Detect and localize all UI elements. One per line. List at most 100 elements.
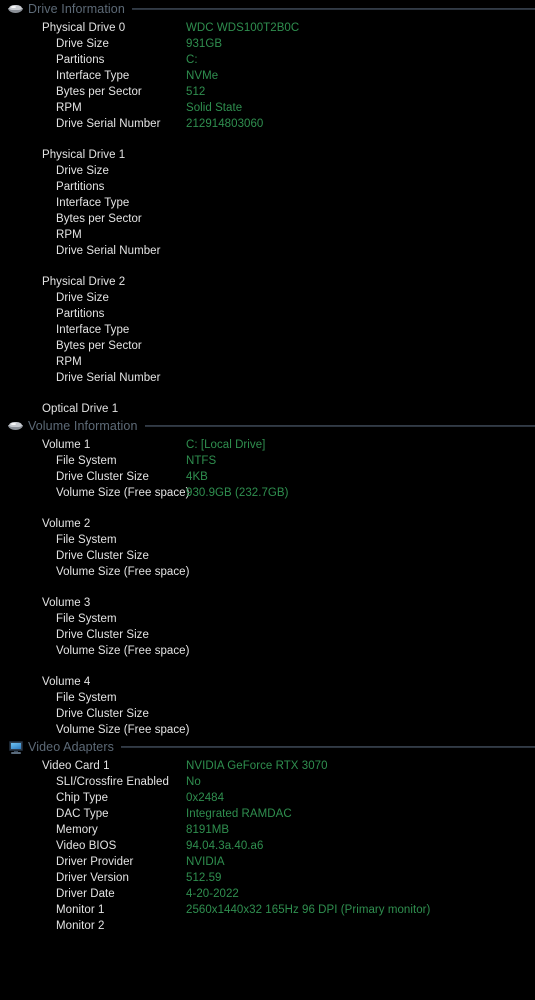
info-row[interactable]: Memory 8191MB [0, 822, 535, 838]
drive-icon [7, 2, 24, 16]
info-row[interactable]: Volume 4 [0, 674, 535, 690]
info-row-label: Drive Serial Number [56, 372, 161, 384]
info-row[interactable]: Driver Provider NVIDIA [0, 854, 535, 870]
info-row[interactable]: Volume 2 [0, 516, 535, 532]
section-rows: Video Card 1 NVIDIA GeForce RTX 3070 SLI/C… [0, 758, 535, 934]
info-row-label: Drive Cluster Size [56, 708, 149, 720]
info-row-label: Volume 4 [42, 676, 91, 688]
section-header-drive-information[interactable]: Drive Information [0, 0, 535, 18]
info-row[interactable]: File System [0, 611, 535, 627]
info-row-label: Drive Size [56, 165, 109, 177]
info-row[interactable]: Volume Size (Free space) [0, 643, 535, 659]
info-row[interactable]: Chip Type 0x2484 [0, 790, 535, 806]
info-row[interactable]: Bytes per Sector [0, 211, 535, 227]
info-row[interactable]: Bytes per Sector [0, 338, 535, 354]
info-row-label: Bytes per Sector [56, 213, 142, 225]
info-row[interactable]: Drive Cluster Size [0, 627, 535, 643]
info-row[interactable]: Monitor 1 2560x1440x32 165Hz 96 DPI (Prim… [0, 902, 535, 918]
info-row-label: Partitions [56, 181, 105, 193]
info-row[interactable]: Interface Type [0, 195, 535, 211]
info-row[interactable]: File System [0, 690, 535, 706]
info-row-value: 94.04.3a.40.a6 [186, 840, 264, 852]
section-divider [144, 425, 535, 427]
section-header-video-adapters[interactable]: Video Adapters [0, 738, 535, 756]
info-row[interactable]: Volume Size (Free space) [0, 722, 535, 738]
sections-container: Drive Information Physical Drive 0 WDC WDS… [0, 0, 535, 934]
info-row[interactable]: RPM [0, 354, 535, 370]
info-row-value: 0x2484 [186, 792, 225, 804]
info-row-value: 512.59 [186, 872, 222, 884]
info-row[interactable]: Drive Size 931GB [0, 36, 535, 52]
info-row[interactable]: Volume 1 C: [Local Drive] [0, 437, 535, 453]
info-row-label: Volume Size (Free space) [56, 487, 190, 499]
info-row[interactable]: Volume 3 [0, 595, 535, 611]
info-row-label: Monitor 1 [56, 904, 105, 916]
info-row[interactable]: Drive Cluster Size [0, 706, 535, 722]
info-row[interactable]: Partitions [0, 179, 535, 195]
info-row-label: Driver Version [56, 872, 129, 884]
info-row-label: Drive Serial Number [56, 245, 161, 257]
system-info-report: Drive Information Physical Drive 0 WDC WDS… [0, 0, 535, 1000]
info-row-value: Solid State [186, 102, 243, 114]
info-row-label: DAC Type [56, 808, 109, 820]
info-row-value: NVIDIA [186, 856, 225, 868]
info-row[interactable]: Bytes per Sector 512 [0, 84, 535, 100]
info-row[interactable]: Optical Drive 1 [0, 401, 535, 417]
info-row[interactable]: File System [0, 532, 535, 548]
info-row[interactable]: Volume Size (Free space) 930.9GB (232.7GB… [0, 485, 535, 501]
info-row-value: C: [186, 54, 198, 66]
info-row-value: Integrated RAMDAC [186, 808, 292, 820]
info-row[interactable]: DAC Type Integrated RAMDAC [0, 806, 535, 822]
section-volume-information: Volume Information Volume 1 C: [Local Driv… [0, 417, 535, 738]
info-row[interactable]: File System NTFS [0, 453, 535, 469]
section-drive-information: Drive Information Physical Drive 0 WDC WDS… [0, 0, 535, 417]
info-row[interactable]: Video Card 1 NVIDIA GeForce RTX 3070 [0, 758, 535, 774]
info-row[interactable]: Physical Drive 2 [0, 274, 535, 290]
drive-icon [7, 419, 24, 433]
info-row-label: Optical Drive 1 [42, 403, 119, 415]
info-row[interactable]: Partitions C: [0, 52, 535, 68]
info-row-value: 2560x1440x32 165Hz 96 DPI (Primary monit… [186, 904, 431, 916]
info-row[interactable]: Monitor 2 [0, 918, 535, 934]
info-row-value: NVMe [186, 70, 219, 82]
info-row-label: Volume Size (Free space) [56, 724, 190, 736]
info-row-label: Video BIOS [56, 840, 117, 852]
row-spacer [0, 259, 535, 274]
info-row-label: Chip Type [56, 792, 109, 804]
info-row[interactable]: Drive Cluster Size 4KB [0, 469, 535, 485]
info-row-value: 512 [186, 86, 206, 98]
info-row[interactable]: Interface Type [0, 322, 535, 338]
info-row[interactable]: RPM [0, 227, 535, 243]
info-row[interactable]: Drive Cluster Size [0, 548, 535, 564]
info-row[interactable]: RPM Solid State [0, 100, 535, 116]
section-title: Video Adapters [28, 740, 114, 754]
info-row-label: Physical Drive 1 [42, 149, 126, 161]
info-row-label: Monitor 2 [56, 920, 105, 932]
info-row[interactable]: Drive Size [0, 163, 535, 179]
info-row-label: Volume 3 [42, 597, 91, 609]
section-header-volume-information[interactable]: Volume Information [0, 417, 535, 435]
info-row-value: NVIDIA GeForce RTX 3070 [186, 760, 328, 772]
info-row-value: 931GB [186, 38, 223, 50]
section-video-adapters: Video Adapters Video Card 1 NVIDIA GeForce… [0, 738, 535, 934]
info-row[interactable]: Drive Size [0, 290, 535, 306]
info-row[interactable]: Drive Serial Number [0, 370, 535, 386]
info-row[interactable]: Driver Date 4-20-2022 [0, 886, 535, 902]
info-row[interactable]: Physical Drive 0 WDC WDS100T2B0C [0, 20, 535, 36]
info-row[interactable]: Drive Serial Number [0, 243, 535, 259]
info-row-label: Volume 2 [42, 518, 91, 530]
info-row[interactable]: Video BIOS 94.04.3a.40.a6 [0, 838, 535, 854]
info-row-label: Partitions [56, 308, 105, 320]
info-row-label: RPM [56, 229, 82, 241]
info-row[interactable]: Drive Serial Number 212914803060 [0, 116, 535, 132]
info-row-label: Video Card 1 [42, 760, 110, 772]
info-row[interactable]: Volume Size (Free space) [0, 564, 535, 580]
info-row[interactable]: Partitions [0, 306, 535, 322]
info-row[interactable]: Driver Version 512.59 [0, 870, 535, 886]
info-row[interactable]: SLI/Crossfire Enabled No [0, 774, 535, 790]
info-row[interactable]: Physical Drive 1 [0, 147, 535, 163]
info-row-value: NTFS [186, 455, 217, 467]
info-row[interactable]: Interface Type NVMe [0, 68, 535, 84]
section-title: Volume Information [28, 419, 138, 433]
info-row-label: Physical Drive 2 [42, 276, 126, 288]
